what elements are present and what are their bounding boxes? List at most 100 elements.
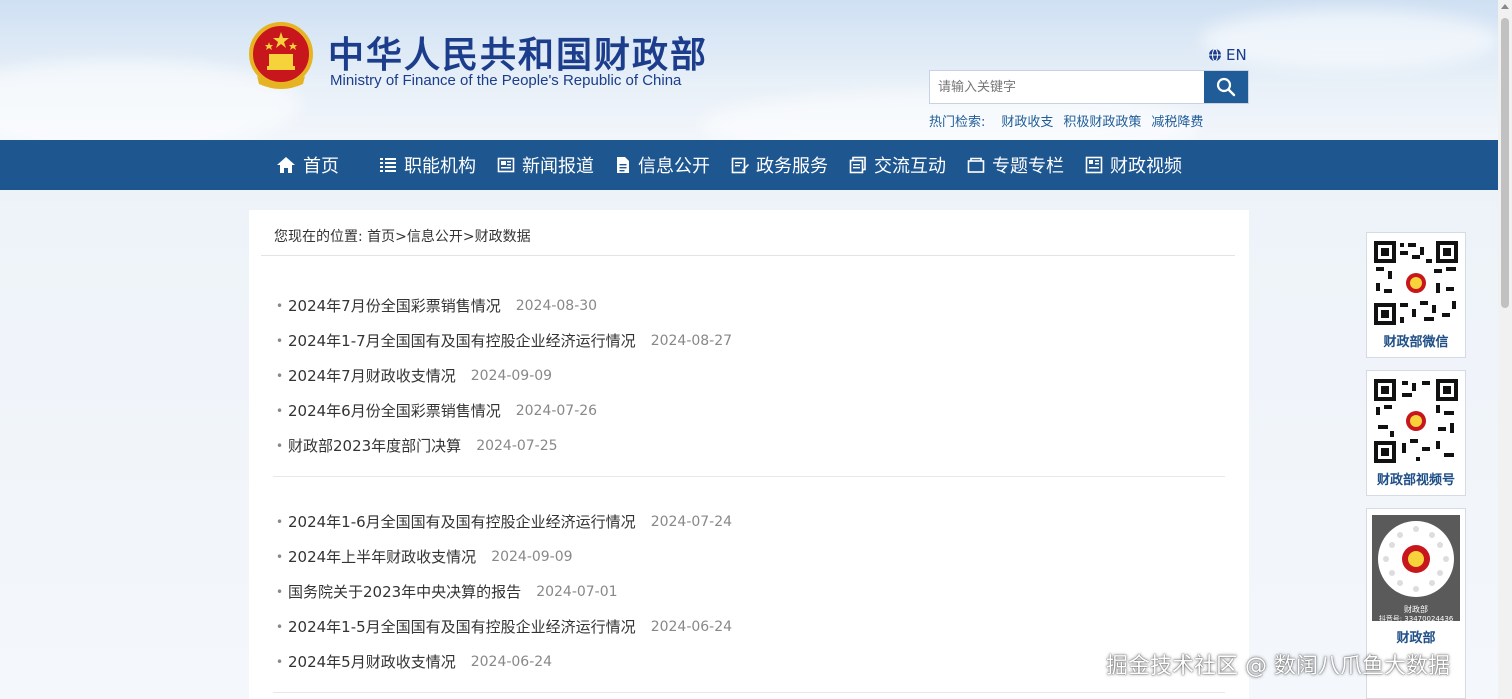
qr-code-icon bbox=[1378, 521, 1454, 597]
search-icon bbox=[1216, 77, 1236, 97]
breadcrumb-prefix: 您现在的位置: bbox=[274, 229, 363, 245]
breadcrumb-separator: > bbox=[462, 229, 475, 245]
nav-label: 信息公开 bbox=[638, 156, 710, 177]
breadcrumb-finance-data[interactable]: 财政数据 bbox=[475, 229, 531, 245]
bullet-icon: • bbox=[276, 654, 284, 669]
article-date: 2024-08-30 bbox=[515, 297, 598, 314]
nav-item-functions[interactable]: 职能机构 bbox=[379, 140, 476, 190]
article-date: 2024-07-24 bbox=[650, 513, 733, 530]
article-date: 2024-06-24 bbox=[650, 618, 733, 635]
list-icon bbox=[380, 158, 396, 172]
article-link[interactable]: 2024年7月财政收支情况 bbox=[288, 365, 456, 386]
article-link[interactable]: 2024年上半年财政收支情况 bbox=[288, 546, 476, 567]
article-link[interactable]: 财政部2023年度部门决算 bbox=[288, 435, 461, 456]
breadcrumb-info-disclosure[interactable]: 信息公开 bbox=[407, 229, 463, 245]
hot-search-link[interactable]: 财政收支 bbox=[1001, 111, 1053, 130]
scroll-up-icon[interactable] bbox=[1501, 4, 1509, 9]
article-link[interactable]: 2024年1-7月全国国有及国有控股企业经济运行情况 bbox=[288, 330, 636, 351]
list-item: • 2024年上半年财政收支情况 2024-09-09 bbox=[276, 539, 1226, 574]
nav-item-news[interactable]: 新闻报道 bbox=[497, 140, 594, 190]
bullet-icon: • bbox=[276, 619, 284, 634]
hot-search-link[interactable]: 减税降费 bbox=[1151, 111, 1203, 130]
list-item: • 2024年1-6月全国国有及国有控股企业经济运行情况 2024-07-24 bbox=[276, 504, 1226, 539]
nav-label: 财政视频 bbox=[1110, 156, 1182, 177]
site-subtitle: Ministry of Finance of the People's Repu… bbox=[330, 72, 682, 89]
site-header: 中华人民共和国财政部 Ministry of Finance of the Pe… bbox=[0, 0, 1498, 140]
qr-label: 财政部视频号 bbox=[1376, 473, 1455, 488]
nav-item-finance-video[interactable]: 财政视频 bbox=[1085, 140, 1182, 190]
article-date: 2024-07-25 bbox=[476, 437, 558, 454]
bullet-icon: • bbox=[276, 438, 284, 453]
list-item: • 2024年1-7月全国国有及国有控股企业经济运行情况 2024-08-27 bbox=[276, 323, 1226, 358]
article-link[interactable]: 2024年1-5月全国国有及国有控股企业经济运行情况 bbox=[288, 616, 636, 637]
watermark: 掘金技术社区 @ 数阔八爪鱼大数据 bbox=[1106, 654, 1450, 679]
hot-search-link[interactable]: 积极财政政策 bbox=[1063, 111, 1141, 130]
content-panel: 您现在的位置: 首页>信息公开>财政数据 • 2024年7月份全国彩票销售情况 20… bbox=[249, 210, 1249, 699]
site-title[interactable]: 中华人民共和国财政部 bbox=[328, 26, 708, 78]
douyin-id: 抖音号: 33470024436 bbox=[1378, 615, 1454, 623]
hot-search-label: 热门检索: bbox=[929, 115, 986, 130]
nav-label: 交流互动 bbox=[874, 156, 946, 177]
bullet-icon: • bbox=[276, 514, 284, 529]
qr-code-icon bbox=[1372, 377, 1460, 465]
article-date: 2024-09-09 bbox=[470, 367, 553, 384]
nav-label: 专题专栏 bbox=[992, 156, 1064, 177]
list-item: • 2024年5月财政收支情况 2024-06-24 bbox=[276, 644, 1226, 679]
video-icon bbox=[1085, 156, 1103, 174]
bullet-icon: • bbox=[276, 333, 284, 348]
home-icon bbox=[277, 157, 295, 173]
edit-icon bbox=[731, 157, 749, 174]
search-input[interactable] bbox=[930, 71, 1204, 103]
group-divider bbox=[273, 476, 1225, 477]
nav-label: 政务服务 bbox=[756, 156, 828, 177]
bullet-icon: • bbox=[276, 368, 284, 383]
qr-card-wechat[interactable]: 财政部微信 bbox=[1366, 232, 1466, 358]
national-emblem-icon[interactable] bbox=[249, 22, 313, 90]
article-link[interactable]: 2024年1-6月全国国有及国有控股企业经济运行情况 bbox=[288, 511, 636, 532]
nav-label: 首页 bbox=[303, 156, 339, 177]
list-item: • 2024年7月财政收支情况 2024-09-09 bbox=[276, 358, 1226, 393]
article-date: 2024-08-27 bbox=[650, 332, 733, 349]
language-label: EN bbox=[1226, 46, 1247, 64]
qr-card-video[interactable]: 财政部视频号 bbox=[1366, 370, 1466, 496]
article-link[interactable]: 国务院关于2023年中央决算的报告 bbox=[288, 581, 521, 602]
qr-label: 财政部 bbox=[1396, 631, 1436, 646]
nav-item-gov-services[interactable]: 政务服务 bbox=[731, 140, 828, 190]
breadcrumb-separator: > bbox=[395, 229, 407, 245]
bullet-icon: • bbox=[276, 298, 284, 313]
article-list: • 2024年1-6月全国国有及国有控股企业经济运行情况 2024-07-24 • 2… bbox=[276, 504, 1226, 679]
list-item: • 2024年7月份全国彩票销售情况 2024-08-30 bbox=[276, 288, 1226, 323]
breadcrumb: 您现在的位置: 首页>信息公开>财政数据 bbox=[274, 226, 531, 246]
group-divider bbox=[273, 692, 1225, 693]
search-button[interactable] bbox=[1204, 71, 1248, 103]
search-box bbox=[929, 70, 1249, 104]
folder-icon bbox=[967, 157, 985, 173]
bullet-icon: • bbox=[276, 549, 284, 564]
scroll-thumb[interactable] bbox=[1501, 18, 1509, 308]
article-link[interactable]: 2024年6月份全国彩票销售情况 bbox=[288, 400, 501, 421]
nav-item-interaction[interactable]: 交流互动 bbox=[849, 140, 946, 190]
article-date: 2024-06-24 bbox=[470, 653, 553, 670]
nav-item-home[interactable]: 首页 bbox=[276, 140, 339, 190]
douyin-qr: 财政部 抖音号: 33470024436 bbox=[1372, 515, 1460, 623]
breadcrumb-home[interactable]: 首页 bbox=[367, 229, 395, 245]
qr-code-icon bbox=[1372, 239, 1460, 327]
article-date: 2024-07-01 bbox=[536, 583, 618, 600]
nav-label: 职能机构 bbox=[404, 156, 476, 177]
chat-icon bbox=[849, 156, 866, 174]
article-link[interactable]: 2024年7月份全国彩票销售情况 bbox=[288, 295, 501, 316]
newspaper-icon bbox=[497, 157, 515, 173]
list-item: • 2024年1-5月全国国有及国有控股企业经济运行情况 2024-06-24 bbox=[276, 609, 1226, 644]
list-item: • 2024年6月份全国彩票销售情况 2024-07-26 bbox=[276, 393, 1226, 428]
qr-label: 财政部微信 bbox=[1383, 335, 1449, 350]
nav-item-special-topics[interactable]: 专题专栏 bbox=[967, 140, 1064, 190]
globe-icon bbox=[1209, 48, 1221, 62]
list-item: • 国务院关于2023年中央决算的报告 2024-07-01 bbox=[276, 574, 1226, 609]
scrollbar[interactable] bbox=[1498, 0, 1512, 699]
breadcrumb-divider bbox=[261, 255, 1235, 256]
nav-item-info-disclosure[interactable]: 信息公开 bbox=[615, 140, 710, 190]
main-nav: 首页 职能机构 新闻报道 信息公开 政务服务 交流互动 专题专栏 财政视频 bbox=[0, 140, 1498, 190]
article-link[interactable]: 2024年5月财政收支情况 bbox=[288, 651, 456, 672]
nav-label: 新闻报道 bbox=[522, 156, 594, 177]
language-switch[interactable]: EN bbox=[1208, 46, 1247, 64]
